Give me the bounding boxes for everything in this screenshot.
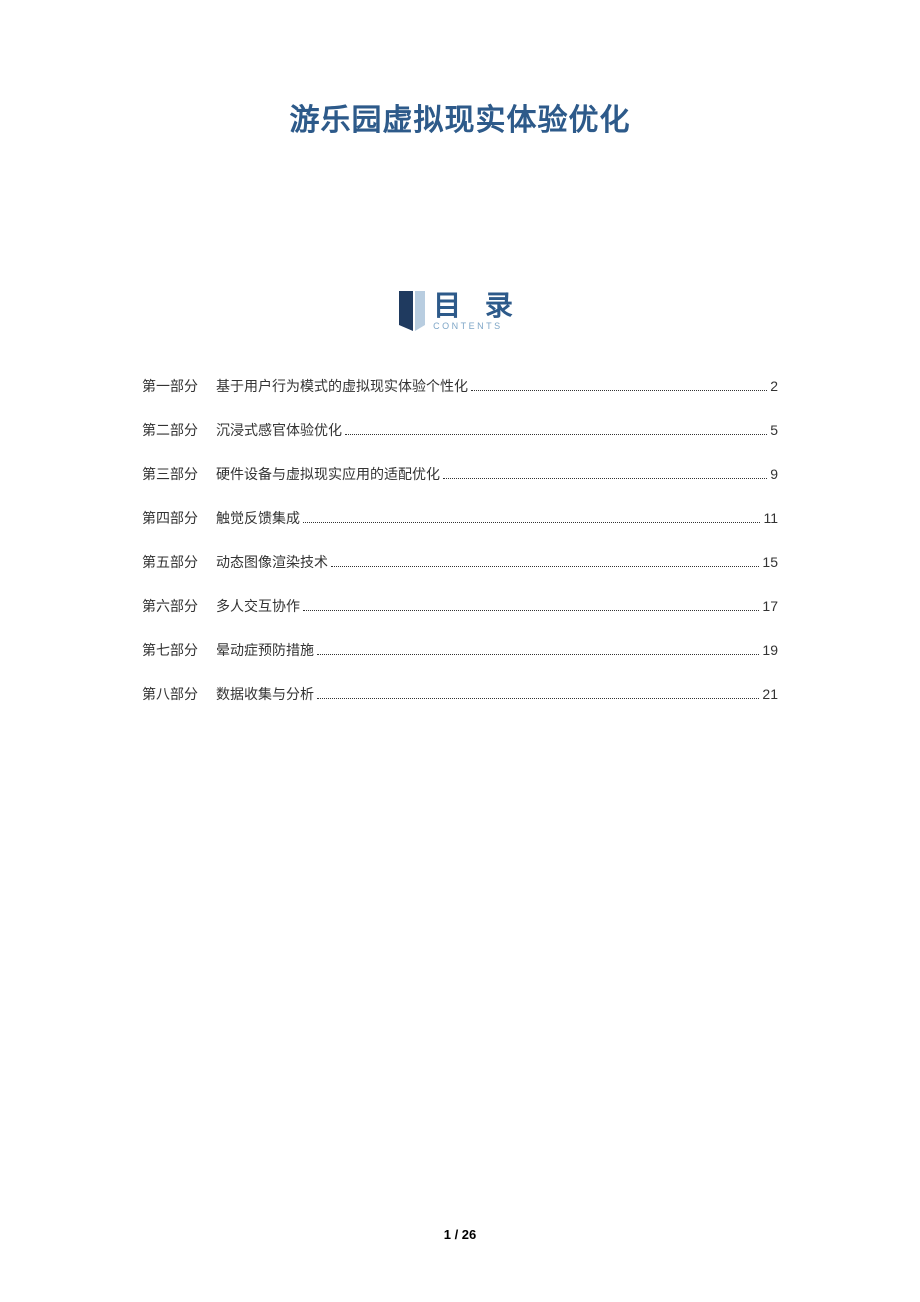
toc-page: 2 bbox=[770, 378, 778, 394]
toc-item: 第二部分 沉浸式感官体验优化 5 bbox=[142, 420, 778, 440]
toc-leader bbox=[303, 522, 760, 523]
toc-leader bbox=[471, 390, 767, 391]
toc-leader bbox=[317, 654, 759, 655]
toc-page: 19 bbox=[762, 642, 778, 658]
toc-page: 15 bbox=[762, 554, 778, 570]
toc-item: 第七部分 晕动症预防措施 19 bbox=[142, 640, 778, 660]
toc-leader bbox=[345, 434, 767, 435]
page-number: 1 / 26 bbox=[0, 1227, 920, 1242]
document-title: 游乐园虚拟现实体验优化 bbox=[130, 95, 790, 139]
toc-title: 基于用户行为模式的虚拟现实体验个性化 bbox=[216, 376, 468, 396]
toc-title: 动态图像渲染技术 bbox=[216, 552, 328, 572]
toc-page: 9 bbox=[770, 466, 778, 482]
toc-part: 第二部分 bbox=[142, 420, 198, 440]
toc-title: 多人交互协作 bbox=[216, 596, 300, 616]
contents-icon bbox=[399, 291, 425, 331]
toc-page: 5 bbox=[770, 422, 778, 438]
toc-item: 第五部分 动态图像渲染技术 15 bbox=[142, 552, 778, 572]
toc-title: 硬件设备与虚拟现实应用的适配优化 bbox=[216, 464, 440, 484]
toc-item: 第一部分 基于用户行为模式的虚拟现实体验个性化 2 bbox=[142, 376, 778, 396]
contents-label: 目 录 bbox=[433, 292, 521, 320]
toc-title: 触觉反馈集成 bbox=[216, 508, 300, 528]
toc-leader bbox=[317, 698, 759, 699]
toc-part: 第四部分 bbox=[142, 508, 198, 528]
toc-leader bbox=[303, 610, 759, 611]
toc-title: 沉浸式感官体验优化 bbox=[216, 420, 342, 440]
toc-list: 第一部分 基于用户行为模式的虚拟现实体验个性化 2 第二部分 沉浸式感官体验优化… bbox=[130, 376, 790, 704]
toc-part: 第八部分 bbox=[142, 684, 198, 704]
toc-part: 第一部分 bbox=[142, 376, 198, 396]
toc-title: 晕动症预防措施 bbox=[216, 640, 314, 660]
toc-item: 第八部分 数据收集与分析 21 bbox=[142, 684, 778, 704]
toc-part: 第七部分 bbox=[142, 640, 198, 660]
toc-page: 17 bbox=[762, 598, 778, 614]
toc-page: 11 bbox=[763, 510, 778, 526]
toc-title: 数据收集与分析 bbox=[216, 684, 314, 704]
toc-item: 第六部分 多人交互协作 17 bbox=[142, 596, 778, 616]
toc-item: 第四部分 触觉反馈集成 11 bbox=[142, 508, 778, 528]
toc-part: 第六部分 bbox=[142, 596, 198, 616]
toc-item: 第三部分 硬件设备与虚拟现实应用的适配优化 9 bbox=[142, 464, 778, 484]
contents-label-wrapper: 目 录 CONTENTS bbox=[433, 292, 521, 331]
contents-sublabel: CONTENTS bbox=[433, 322, 503, 331]
toc-leader bbox=[331, 566, 759, 567]
toc-page: 21 bbox=[762, 686, 778, 702]
contents-header: 目 录 CONTENTS bbox=[130, 291, 790, 331]
toc-leader bbox=[443, 478, 767, 479]
toc-part: 第三部分 bbox=[142, 464, 198, 484]
page-container: 游乐园虚拟现实体验优化 目 录 CONTENTS 第一部分 基于用户行为模式的虚… bbox=[0, 0, 920, 704]
toc-part: 第五部分 bbox=[142, 552, 198, 572]
